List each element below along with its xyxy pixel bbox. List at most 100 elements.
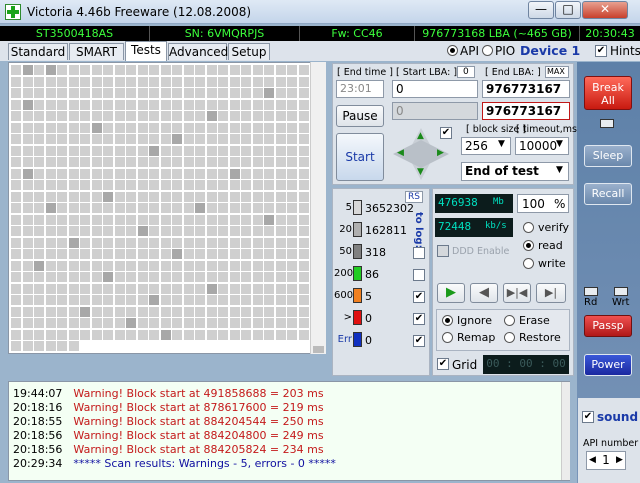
grid-cell [137,214,148,225]
grid-cell [126,318,136,328]
end-lba-max-button[interactable]: MAX [545,66,569,78]
grid-cell [149,260,159,271]
skip-back-button[interactable]: ▶|◀ [503,283,531,303]
remap-radio[interactable] [442,332,453,343]
grid-checkbox[interactable]: ✔ [437,358,449,370]
grid-cell [287,76,297,87]
sound-checkbox[interactable]: ✔ [582,411,594,423]
close-button[interactable]: ✕ [582,1,628,19]
grid-cell [195,272,205,282]
stat-log-checkbox[interactable]: ✔ [413,313,425,325]
start-lba-zero-button[interactable]: 0 [457,66,475,78]
tab-tests[interactable]: Tests [125,41,167,61]
grid-cell [80,65,90,75]
sleep-button[interactable]: Sleep [584,145,632,167]
arrow-right-icon[interactable]: ▶ [437,148,444,158]
grid-cell [11,168,21,179]
hints-label: Hints [610,44,640,58]
hints-checkbox[interactable]: ✔ [595,45,607,57]
break-all-button[interactable]: Break All [584,76,632,110]
stat-label: 5 [345,202,352,213]
log-row: 20:18:55 Warning! Block start at 88420454… [13,415,324,428]
scrollbar-thumb[interactable] [313,346,324,353]
grid-scrollbar[interactable] [310,62,326,354]
stat-log-checkbox[interactable]: ✔ [413,291,425,303]
grid-cell [218,237,228,248]
verify-radio[interactable] [523,222,534,233]
start-lba-input[interactable]: 0 [392,80,478,98]
arrow-left-icon[interactable]: ◀ [397,148,404,158]
grid-cell [275,88,286,98]
maximize-button[interactable]: □ [555,1,581,19]
grid-cell [126,249,136,259]
back-button[interactable]: ◀ [470,283,498,303]
log-panel[interactable]: 19:44:07 Warning! Block start at 49185868… [8,381,570,481]
grid-cell [275,249,286,259]
write-radio[interactable] [523,258,534,269]
ignore-radio[interactable] [442,315,453,326]
end-time-input[interactable]: 23:01 [336,80,384,98]
end-lba-input[interactable]: 976773167 [482,80,570,98]
log-time: 19:44:07 [13,387,63,400]
restore-radio[interactable] [504,332,515,343]
end-mode-dropdown-icon[interactable]: ▼ [556,165,563,175]
play-button[interactable]: ▶ [437,283,465,303]
pause-button[interactable]: Pause [336,105,384,127]
grid-cell [183,111,194,121]
grid-cell [34,272,44,282]
grid-cell [218,318,228,328]
grid-cell [91,99,102,110]
timeout-dropdown-icon[interactable]: ▼ [556,139,563,149]
tab-advanced[interactable]: Advanced [168,43,228,60]
grid-cell [206,272,217,282]
grid-cell [252,214,263,225]
end-mode-select[interactable]: End of test [461,162,569,181]
grid-cell [137,306,148,317]
grid-cell [68,295,79,305]
tab-standard[interactable]: Standard [8,43,68,60]
grid-cell [195,295,205,305]
grid-cell [68,214,79,225]
stat-log-checkbox[interactable]: ✔ [413,335,425,347]
api-number-decrement[interactable]: ◀ [589,452,596,469]
pad-checkbox[interactable]: ✔ [440,127,452,139]
passp-button[interactable]: Passp [584,315,632,337]
read-radio[interactable] [523,240,534,251]
api-number-increment[interactable]: ▶ [616,452,623,469]
grid-cell [172,111,182,121]
api-number-input[interactable]: ◀ 1 ▶ [586,451,626,470]
grid-cell [114,260,125,271]
arrow-up-icon[interactable]: ▲ [417,131,424,141]
skip-end-button[interactable]: ▶| [536,283,566,303]
grid-cell [183,122,194,133]
erase-radio[interactable] [504,315,515,326]
pio-radio[interactable] [482,45,493,56]
stat-log-checkbox[interactable] [413,269,425,281]
grid-cell [68,88,79,98]
tab-setup[interactable]: Setup [228,43,270,60]
tab-smart[interactable]: SMART [69,43,124,60]
recall-button[interactable]: Recall [584,183,632,205]
grid-cell [172,306,182,317]
stat-log-checkbox[interactable] [413,247,425,259]
grid-cell [22,214,33,225]
block-size-dropdown-icon[interactable]: ▼ [498,139,505,149]
grid-cell [160,122,171,133]
log-scrollbar[interactable] [561,382,570,480]
grid-cell [57,134,67,144]
grid-cell [68,306,79,317]
grid-cell [172,145,182,156]
power-button[interactable]: Power [584,354,632,376]
grid-cell [34,191,44,202]
grid-cell [252,122,263,133]
device-label[interactable]: Device 1 [520,43,580,58]
api-radio[interactable] [447,45,458,56]
grid-cell [229,318,240,328]
grid-cell [137,99,148,110]
grid-cell [137,134,148,144]
grid-cell [206,203,217,213]
minimize-button[interactable]: — [528,1,554,19]
grid-cell [252,134,263,144]
start-button[interactable]: Start [336,133,384,181]
arrow-down-icon[interactable]: ▼ [417,167,424,177]
